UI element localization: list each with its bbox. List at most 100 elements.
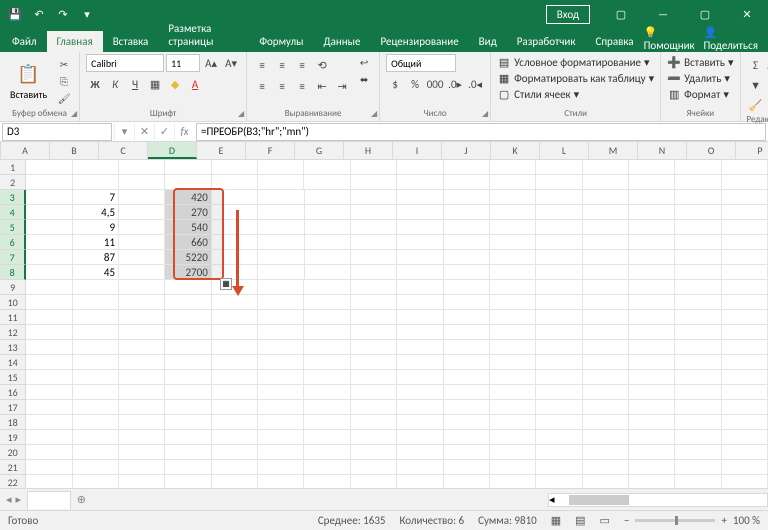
cell[interactable] [675,250,721,265]
cell[interactable] [675,295,721,310]
cell[interactable] [444,295,490,310]
cell[interactable] [675,370,721,385]
cell[interactable] [444,415,490,430]
column-header[interactable]: O [687,142,736,159]
comma-icon[interactable]: 000 [426,75,444,93]
tab-help[interactable]: Справка [585,31,643,52]
cell[interactable] [351,205,397,220]
cell[interactable] [675,355,721,370]
cell[interactable] [490,310,536,325]
cell[interactable] [583,400,629,415]
cell[interactable] [212,370,258,385]
cell[interactable] [73,160,119,175]
cell[interactable] [675,475,721,488]
cell[interactable] [397,415,443,430]
cell[interactable] [119,310,165,325]
cell[interactable] [305,235,351,250]
cell[interactable] [583,205,629,220]
cell[interactable] [119,235,165,250]
cell[interactable] [351,355,397,370]
cell[interactable] [397,205,443,220]
cell[interactable] [26,340,72,355]
cell[interactable] [629,445,675,460]
cell[interactable] [444,310,490,325]
row-header[interactable]: 22 [0,475,26,488]
cell[interactable] [351,400,397,415]
column-header[interactable]: G [295,142,344,159]
cell[interactable] [119,415,165,430]
tab-review[interactable]: Рецензирование [370,31,468,52]
cell[interactable] [119,445,165,460]
cell[interactable] [722,220,768,235]
cell[interactable] [26,430,72,445]
cell[interactable] [629,430,675,445]
cell[interactable] [397,235,443,250]
row-header[interactable]: 1 [0,160,26,175]
cell[interactable] [119,340,165,355]
cell[interactable] [583,265,629,280]
cell[interactable] [675,280,721,295]
cell[interactable] [722,370,768,385]
cell[interactable] [629,265,675,280]
cell[interactable] [722,325,768,340]
cell[interactable] [629,295,675,310]
cell[interactable] [675,415,721,430]
cell[interactable] [351,475,397,488]
cell[interactable] [212,295,258,310]
cell[interactable] [165,445,211,460]
cell[interactable] [444,280,490,295]
zoom-slider[interactable] [635,519,715,522]
wrap-text-icon[interactable]: ↩ [355,54,373,70]
cell[interactable] [165,460,211,475]
cell[interactable] [26,310,72,325]
cell[interactable] [583,460,629,475]
cell[interactable] [536,220,582,235]
cell[interactable] [490,160,536,175]
cell[interactable]: 420 [165,190,211,205]
cell[interactable] [675,235,721,250]
cell[interactable] [722,175,768,190]
cell[interactable] [675,430,721,445]
cell[interactable] [305,205,351,220]
cell[interactable] [165,370,211,385]
column-header[interactable]: F [246,142,295,159]
cell[interactable] [73,295,119,310]
cell[interactable] [212,430,258,445]
cell[interactable] [258,205,304,220]
undo-icon[interactable]: ↶ [30,5,48,23]
cell[interactable]: 7 [73,190,119,205]
row-header[interactable]: 20 [0,445,26,460]
cell[interactable] [119,295,165,310]
cell[interactable] [119,460,165,475]
cell[interactable] [490,460,536,475]
cell[interactable] [536,175,582,190]
cell[interactable] [397,400,443,415]
align-top-icon[interactable]: ≡ [253,56,271,74]
cell[interactable]: 4,5 [73,205,119,220]
cell[interactable] [583,280,629,295]
cell[interactable] [397,310,443,325]
cell[interactable] [26,355,72,370]
cell[interactable] [26,295,72,310]
tellme-button[interactable]: 💡 Помощник [644,26,696,52]
cell-styles-button[interactable]: ▢Стили ячеек ▾ [497,86,654,102]
align-dialog-icon[interactable]: ◢ [371,109,377,119]
cell[interactable] [490,340,536,355]
fill-color-icon[interactable]: ◆ [166,75,184,93]
cell[interactable] [73,310,119,325]
cell[interactable] [629,160,675,175]
cell[interactable] [351,370,397,385]
cell[interactable] [490,235,536,250]
cell[interactable] [119,370,165,385]
namebox-dropdown-icon[interactable]: ▾ [114,123,134,141]
row-header[interactable]: 11 [0,310,26,325]
row-header[interactable]: 2 [0,175,26,190]
row-header[interactable]: 13 [0,340,26,355]
enter-formula-icon[interactable]: ✓ [154,123,174,141]
cell[interactable] [258,250,304,265]
column-header[interactable]: C [99,142,148,159]
cell[interactable] [165,340,211,355]
cell[interactable] [536,310,582,325]
cell[interactable] [119,355,165,370]
cell[interactable] [119,385,165,400]
